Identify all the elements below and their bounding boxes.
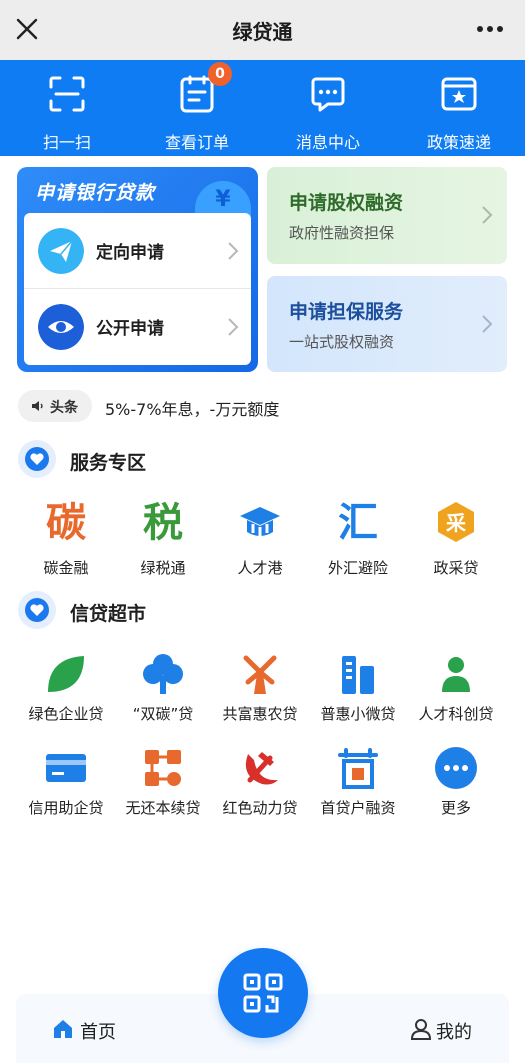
hammer-sickle-icon: [245, 752, 278, 785]
bank-loan-options: 定向申请 公开申请: [24, 213, 251, 365]
tree-icon: [143, 654, 183, 694]
paper-plane-icon: [38, 228, 84, 274]
guarantee-service-title: 申请担保服务: [289, 301, 404, 323]
more-loans[interactable]: 更多: [406, 746, 506, 836]
nav-messages-label: 消息中心: [295, 133, 360, 152]
loan-talent-innovation[interactable]: 人才科创贷: [406, 652, 506, 742]
guarantee-service-subtitle: 一站式股权融资: [289, 333, 395, 351]
service-label: 人才港: [237, 559, 283, 577]
qr-code-icon: [243, 973, 283, 1013]
chevron-right-icon: [228, 242, 239, 260]
loan-label: 无还本续贷: [125, 799, 201, 817]
loan-label: 信用助企贷: [28, 799, 104, 817]
speaker-icon: [32, 401, 43, 411]
home-icon: [54, 1020, 72, 1038]
title-bar: 绿贷通: [0, 0, 525, 60]
qr-scan-button[interactable]: [218, 948, 308, 1038]
nav-policy[interactable]: 政策速递: [404, 68, 514, 154]
loan-label: 绿色企业贷: [28, 705, 104, 723]
equity-financing-subtitle: 政府性融资担保: [289, 224, 395, 242]
loan-credit-assist[interactable]: 信用助企贷: [16, 746, 116, 836]
service-label: 政采贷: [433, 559, 479, 577]
directed-apply-label: 定向申请: [96, 243, 164, 263]
buildings-icon: [342, 656, 374, 694]
equity-financing-title: 申请股权融资: [289, 192, 404, 214]
loan-label: 人才科创贷: [418, 705, 494, 723]
procurement-icon: 采: [438, 502, 474, 542]
nav-scan[interactable]: 扫一扫: [12, 68, 122, 154]
service-talent-port[interactable]: 人才港: [210, 506, 310, 596]
bank-loan-title: 申请银行贷款: [35, 182, 156, 204]
public-apply-label: 公开申请: [96, 319, 164, 339]
procurement-glyph: 采: [446, 511, 466, 535]
tab-mine[interactable]: 我的: [410, 1016, 510, 1046]
top-nav: 扫一扫 0 查看订单 消息中心 政策速递: [0, 60, 525, 156]
chevron-right-icon: [482, 206, 493, 224]
carbon-icon: 碳: [46, 500, 86, 546]
person-icon: [442, 657, 470, 692]
order-count-badge: 0: [208, 62, 232, 86]
nav-scan-label: 扫一扫: [42, 133, 91, 152]
guarantee-service-card[interactable]: 申请担保服务 一站式股权融资: [267, 276, 507, 372]
directed-apply-item[interactable]: 定向申请: [24, 213, 251, 289]
tax-icon: 税: [143, 500, 183, 546]
chevron-right-icon: [482, 315, 493, 333]
public-apply-item[interactable]: 公开申请: [24, 289, 251, 365]
graduation-cap-icon: [240, 507, 280, 536]
headline-tag: 头条: [18, 390, 92, 422]
policy-icon: [441, 77, 477, 111]
heart-icon: [18, 440, 56, 478]
loan-label: 红色动力贷: [222, 799, 298, 817]
more-icon: [435, 747, 477, 789]
tab-mine-label: 我的: [436, 1022, 472, 1043]
windmill-icon: [243, 655, 277, 694]
loan-red-power[interactable]: 红色动力贷: [210, 746, 310, 836]
loan-label: 首贷户融资: [320, 799, 396, 817]
fx-icon: 汇: [338, 500, 378, 546]
service-label: 外汇避险: [327, 559, 388, 577]
headline-text[interactable]: 5%-7%年息，-万元额度: [105, 396, 279, 420]
service-green-tax[interactable]: 税 绿税通: [113, 500, 213, 596]
tab-home[interactable]: 首页: [52, 1016, 152, 1046]
credit-market-header: 信贷超市: [18, 591, 318, 631]
chevron-right-icon: [228, 318, 239, 336]
loan-label: “双碳”贷: [132, 705, 194, 723]
loan-dual-carbon[interactable]: “双碳”贷: [113, 652, 213, 742]
service-label: 碳金融: [43, 559, 89, 577]
loan-renewal[interactable]: 无还本续贷: [113, 746, 213, 836]
credit-market-title: 信贷超市: [70, 603, 147, 625]
nav-orders[interactable]: 0 查看订单: [142, 62, 252, 154]
scan-icon: [49, 76, 85, 112]
user-icon: [410, 1019, 432, 1040]
nav-messages[interactable]: 消息中心: [273, 68, 383, 154]
tab-home-label: 首页: [80, 1022, 116, 1043]
page-title: 绿贷通: [232, 20, 293, 44]
service-label: 绿税通: [140, 559, 186, 577]
headline-tag-label: 头条: [50, 400, 78, 416]
loan-small-micro[interactable]: 普惠小微贷: [308, 652, 408, 742]
loan-green-enterprise[interactable]: 绿色企业贷: [16, 652, 116, 742]
eye-icon: [38, 304, 84, 350]
message-icon: [311, 77, 345, 112]
loan-rural[interactable]: 共富惠农贷: [210, 652, 310, 742]
service-carbon-finance[interactable]: 碳 碳金融: [16, 500, 116, 596]
loan-label: 更多: [440, 799, 471, 817]
loan-label: 共富惠农贷: [222, 705, 298, 723]
card-icon: [46, 754, 86, 782]
more-options-icon[interactable]: [473, 14, 507, 44]
bank-loan-card: 申请银行贷款 ¥ 定向申请 公开申请: [17, 167, 258, 372]
service-fx-hedge[interactable]: 汇 外汇避险: [308, 500, 408, 596]
service-procurement-loan[interactable]: 采 政采贷: [406, 502, 506, 596]
service-zone-header: 服务专区: [18, 440, 318, 480]
loan-label: 普惠小微贷: [320, 705, 396, 723]
heart-icon: [18, 591, 56, 629]
service-zone-title: 服务专区: [70, 452, 147, 474]
leaf-icon: [48, 656, 84, 692]
first-loan-icon: [338, 748, 378, 789]
nav-policy-label: 政策速递: [426, 133, 491, 152]
equity-financing-card[interactable]: 申请股权融资 政府性融资担保: [267, 167, 507, 264]
nav-orders-label: 查看订单: [164, 133, 229, 152]
loan-first-time[interactable]: 首贷户融资: [308, 746, 408, 836]
flow-icon: [145, 750, 181, 786]
